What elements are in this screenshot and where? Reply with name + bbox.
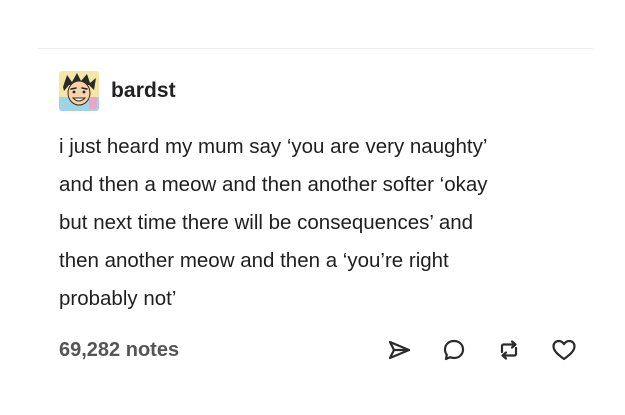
reblog-button[interactable]: [494, 335, 524, 365]
like-button[interactable]: [549, 335, 579, 365]
post-body-line: and then a meow and then another softer …: [59, 173, 488, 196]
post-body: i just heard my mum say ‘you are very na…: [59, 128, 579, 318]
reblog-icon: [500, 340, 518, 360]
top-divider: [38, 48, 593, 49]
paper-plane-icon: [388, 340, 411, 360]
heart-icon: [552, 339, 576, 361]
post-body-line: then another meow and then a ‘you’re rig…: [59, 249, 449, 272]
post-header: bardst: [59, 71, 176, 111]
notes-count[interactable]: 69,282 notes: [59, 339, 359, 362]
avatar[interactable]: [59, 71, 99, 111]
post-body-line: i just heard my mum say ‘you are very na…: [59, 135, 488, 158]
username[interactable]: bardst: [111, 79, 176, 103]
speech-bubble-icon: [443, 339, 465, 361]
reply-button[interactable]: [439, 335, 469, 365]
post-body-line: but next time there will be consequences…: [59, 211, 474, 234]
cartoon-face-avatar-icon: [59, 71, 99, 111]
share-button[interactable]: [384, 335, 414, 365]
post-actions: [359, 335, 579, 365]
post-footer: 69,282 notes: [59, 333, 579, 367]
post-body-line: probably not’: [59, 287, 177, 310]
